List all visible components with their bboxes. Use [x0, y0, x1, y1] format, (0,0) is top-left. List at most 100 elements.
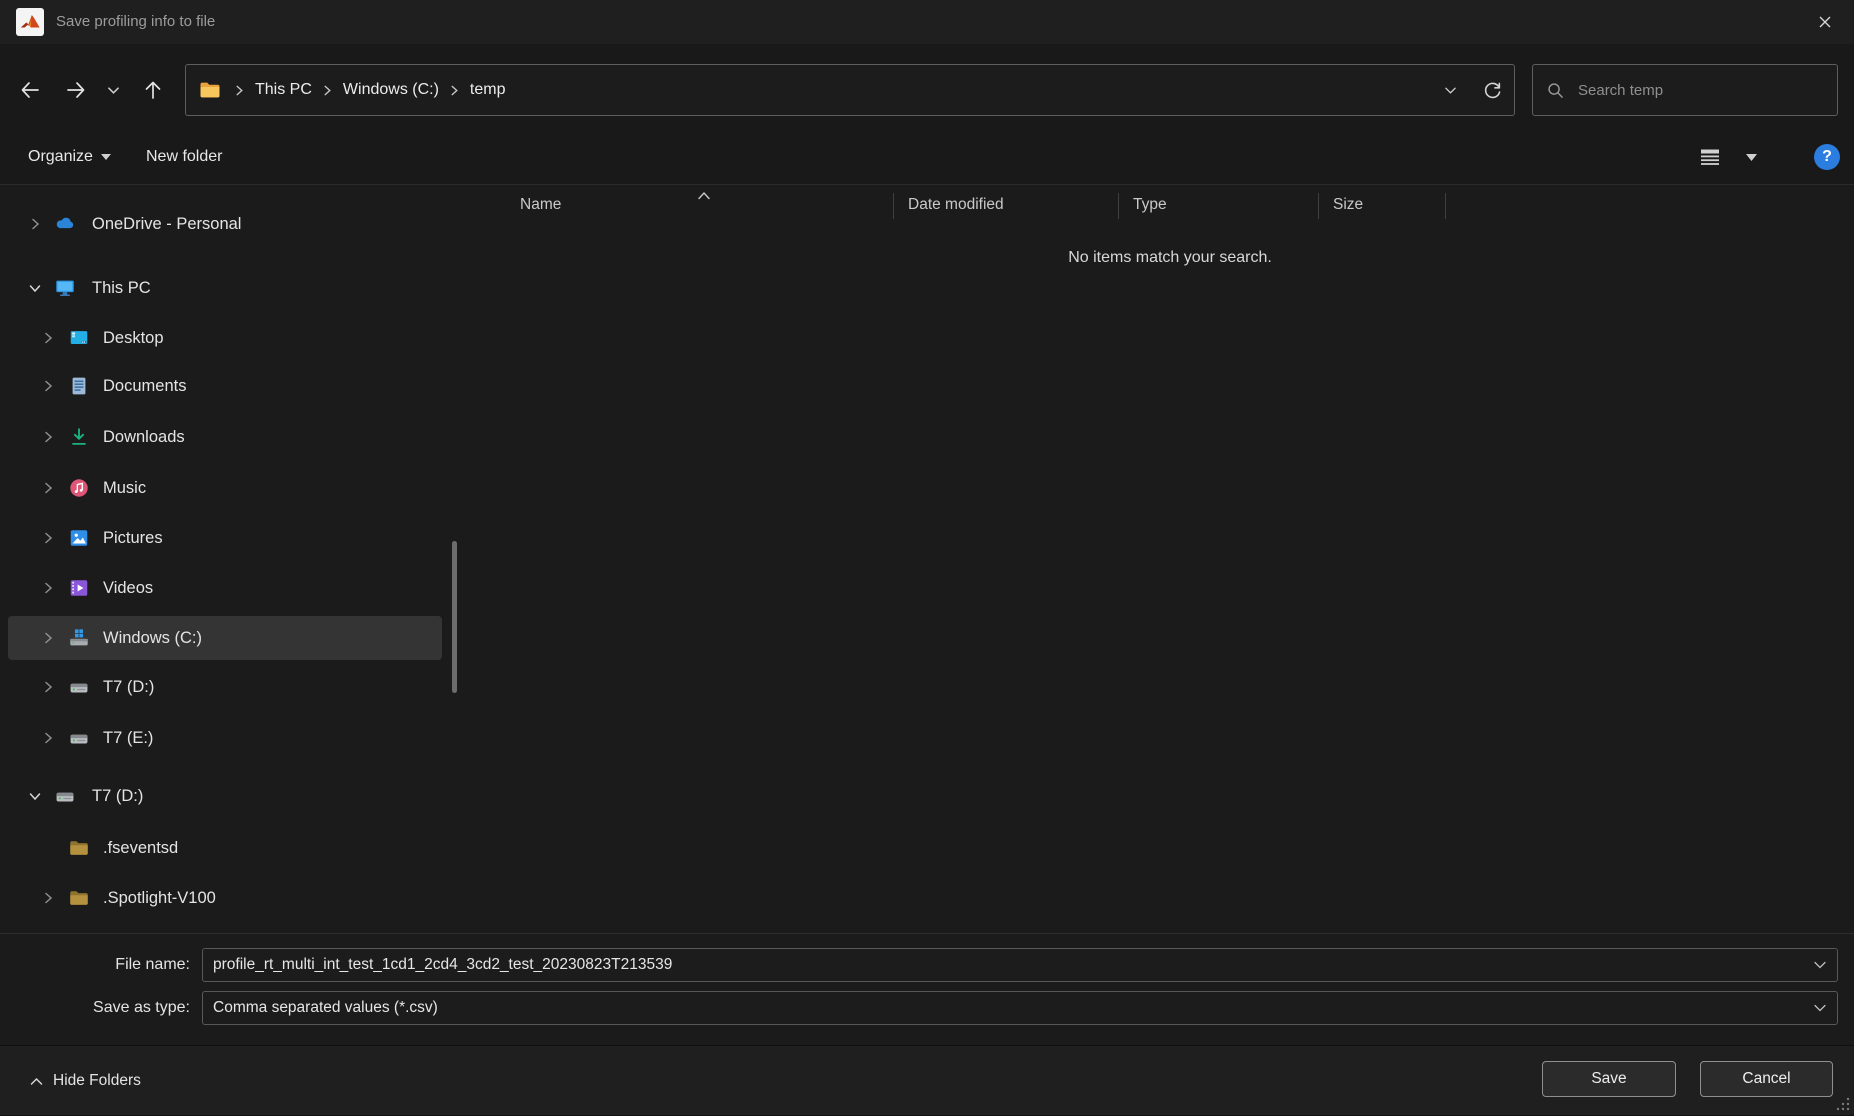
- chevron-right-icon[interactable]: [41, 891, 55, 905]
- sidebar-item-windows-c[interactable]: Windows (C:): [8, 616, 442, 660]
- sidebar-item-label: Videos: [103, 566, 153, 610]
- content-area: OneDrive - Personal This PC DesktopDocumen…: [0, 184, 1854, 933]
- file-name-label: File name:: [0, 948, 190, 982]
- save-dialog-window: Save profiling info to file: [0, 0, 1854, 1115]
- column-header-size[interactable]: Size: [1333, 189, 1363, 221]
- chevron-down-icon: [1444, 84, 1457, 97]
- windows-drive-icon: [68, 627, 90, 649]
- external-drive-icon: [68, 727, 90, 749]
- address-dropdown-button[interactable]: [1444, 84, 1457, 97]
- sidebar-item-videos[interactable]: Videos: [8, 566, 442, 610]
- search-box[interactable]: Search temp: [1532, 64, 1838, 116]
- sidebar-item-t7-d[interactable]: T7 (D:): [8, 665, 442, 709]
- chevron-down-icon[interactable]: [28, 789, 42, 803]
- cancel-button[interactable]: Cancel: [1700, 1061, 1833, 1097]
- caret-down-icon: [101, 154, 111, 160]
- column-separator[interactable]: [893, 193, 894, 219]
- file-name-input[interactable]: profile_rt_multi_int_test_1cd1_2cd4_3cd2…: [202, 948, 1838, 982]
- chevron-right-icon[interactable]: [41, 331, 55, 345]
- chevron-down-icon: [107, 84, 120, 97]
- recent-locations-button[interactable]: [96, 70, 130, 110]
- sort-ascending-icon: [697, 187, 711, 205]
- up-button[interactable]: [133, 70, 173, 110]
- chevron-right-icon[interactable]: [41, 631, 55, 645]
- matlab-app-icon: [16, 8, 44, 36]
- sidebar-item-t7-e[interactable]: T7 (E:): [8, 716, 442, 760]
- sidebar-item-label: This PC: [92, 266, 151, 310]
- view-mode-dropdown[interactable]: [1746, 130, 1757, 184]
- chevron-down-icon[interactable]: [28, 281, 42, 295]
- chevron-right-icon[interactable]: [41, 581, 55, 595]
- new-folder-button[interactable]: New folder: [146, 130, 222, 184]
- address-bar[interactable]: This PC Windows (C:) temp: [185, 64, 1515, 116]
- close-icon: [1816, 13, 1834, 31]
- breadcrumb-chevron-icon[interactable]: [228, 85, 251, 96]
- external-drive-icon: [54, 785, 76, 807]
- view-mode-button[interactable]: [1698, 130, 1722, 184]
- sidebar-item-label: Music: [103, 466, 146, 510]
- breadcrumb-chevron-icon[interactable]: [443, 85, 466, 96]
- chevron-right-icon[interactable]: [28, 217, 42, 231]
- breadcrumb-chevron-icon[interactable]: [316, 85, 339, 96]
- chevron-right-icon[interactable]: [41, 531, 55, 545]
- save-as-type-chevron-icon[interactable]: [1812, 991, 1828, 1025]
- help-icon: ?: [1814, 144, 1840, 170]
- folder-icon: [68, 887, 90, 909]
- sidebar-item-documents[interactable]: Documents: [8, 364, 442, 408]
- sidebar-item-fseventsd[interactable]: .fseventsd: [8, 826, 442, 870]
- sidebar-item-pictures[interactable]: Pictures: [8, 516, 442, 560]
- resize-grip[interactable]: [1836, 1097, 1850, 1111]
- sidebar-item-this-pc[interactable]: This PC: [8, 266, 442, 310]
- sidebar-item-desktop[interactable]: Desktop: [8, 316, 442, 360]
- new-folder-label: New folder: [146, 148, 222, 166]
- chevron-up-icon: [30, 1077, 43, 1086]
- close-button[interactable]: [1796, 0, 1854, 44]
- help-button[interactable]: ?: [1814, 130, 1840, 184]
- sidebar-item-label: Documents: [103, 364, 186, 408]
- column-header-type[interactable]: Type: [1133, 189, 1167, 221]
- organize-button[interactable]: Organize: [28, 130, 111, 184]
- save-as-type-select[interactable]: Comma separated values (*.csv): [202, 991, 1838, 1025]
- sidebar-item-onedrive-personal[interactable]: OneDrive - Personal: [8, 202, 442, 246]
- sidebar-item-music[interactable]: Music: [8, 466, 442, 510]
- breadcrumb-item-this-pc[interactable]: This PC: [251, 81, 316, 99]
- column-header-name[interactable]: Name: [520, 189, 561, 221]
- chevron-right-icon[interactable]: [41, 680, 55, 694]
- sidebar-scrollbar[interactable]: [452, 541, 457, 693]
- forward-arrow-icon: [65, 79, 87, 101]
- videos-icon: [68, 577, 90, 599]
- refresh-button[interactable]: [1483, 81, 1502, 100]
- hide-folders-button[interactable]: Hide Folders: [24, 1063, 147, 1099]
- breadcrumb-item-windows-c[interactable]: Windows (C:): [339, 81, 443, 99]
- sidebar-item-downloads[interactable]: Downloads: [8, 415, 442, 459]
- title-bar: Save profiling info to file: [0, 0, 1854, 44]
- chevron-right-icon[interactable]: [41, 379, 55, 393]
- caret-down-icon: [1746, 154, 1757, 161]
- file-fields-section: File name: profile_rt_multi_int_test_1cd…: [0, 933, 1854, 1045]
- back-button[interactable]: [10, 70, 50, 110]
- save-button[interactable]: Save: [1542, 1061, 1676, 1097]
- chevron-right-icon[interactable]: [41, 430, 55, 444]
- documents-icon: [68, 375, 90, 397]
- column-separator[interactable]: [1118, 193, 1119, 219]
- sidebar-item-t7-d[interactable]: T7 (D:): [8, 774, 442, 818]
- window-title: Save profiling info to file: [56, 0, 215, 44]
- sidebar-item-spotlight-v100[interactable]: .Spotlight-V100: [8, 876, 442, 920]
- file-name-dropdown-chevron-icon[interactable]: [1812, 948, 1828, 982]
- breadcrumb-item-temp[interactable]: temp: [466, 81, 510, 99]
- forward-button[interactable]: [56, 70, 96, 110]
- this-pc-icon: [54, 277, 76, 299]
- search-input[interactable]: Search temp: [1578, 82, 1663, 99]
- folder-icon: [68, 837, 90, 859]
- column-header-date-modified[interactable]: Date modified: [908, 189, 1004, 221]
- chevron-right-icon[interactable]: [41, 481, 55, 495]
- column-separator[interactable]: [1445, 193, 1446, 219]
- column-separator[interactable]: [1318, 193, 1319, 219]
- empty-list-message: No items match your search.: [1050, 249, 1290, 267]
- onedrive-cloud-icon: [54, 213, 76, 235]
- dialog-toolbar: Organize New folder ?: [0, 130, 1854, 184]
- chevron-right-icon[interactable]: [41, 731, 55, 745]
- sidebar-item-label: Windows (C:): [103, 616, 202, 660]
- dialog-footer: Hide Folders Save Cancel: [0, 1045, 1854, 1115]
- external-drive-icon: [68, 676, 90, 698]
